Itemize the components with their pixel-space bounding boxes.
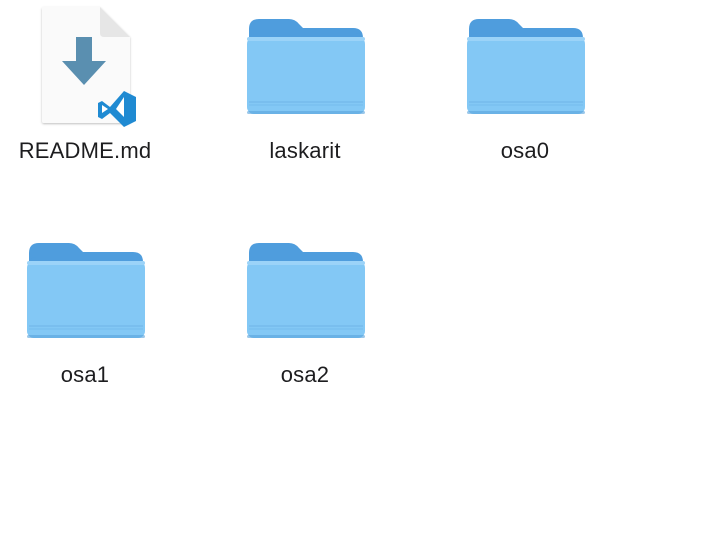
markdown-file-vscode-icon [20, 0, 150, 130]
file-item-readme[interactable]: README.md [0, 0, 170, 164]
folder-icon [240, 224, 370, 354]
folder-item-laskarit[interactable]: laskarit [220, 0, 390, 164]
folder-icon [460, 0, 590, 130]
finder-icon-view: README.md laskarit osa0 osa1 osa2 [0, 0, 704, 536]
folder-name-label: laskarit [269, 138, 341, 163]
folder-icon [240, 0, 370, 130]
folder-item-osa2[interactable]: osa2 [220, 224, 390, 388]
folder-icon [20, 224, 150, 354]
folder-name-label: osa0 [500, 138, 550, 163]
file-name-label: README.md [18, 138, 152, 163]
folder-item-osa1[interactable]: osa1 [0, 224, 170, 388]
folder-name-label: osa2 [280, 362, 330, 387]
folder-name-label: osa1 [60, 362, 110, 387]
folder-item-osa0[interactable]: osa0 [440, 0, 610, 164]
